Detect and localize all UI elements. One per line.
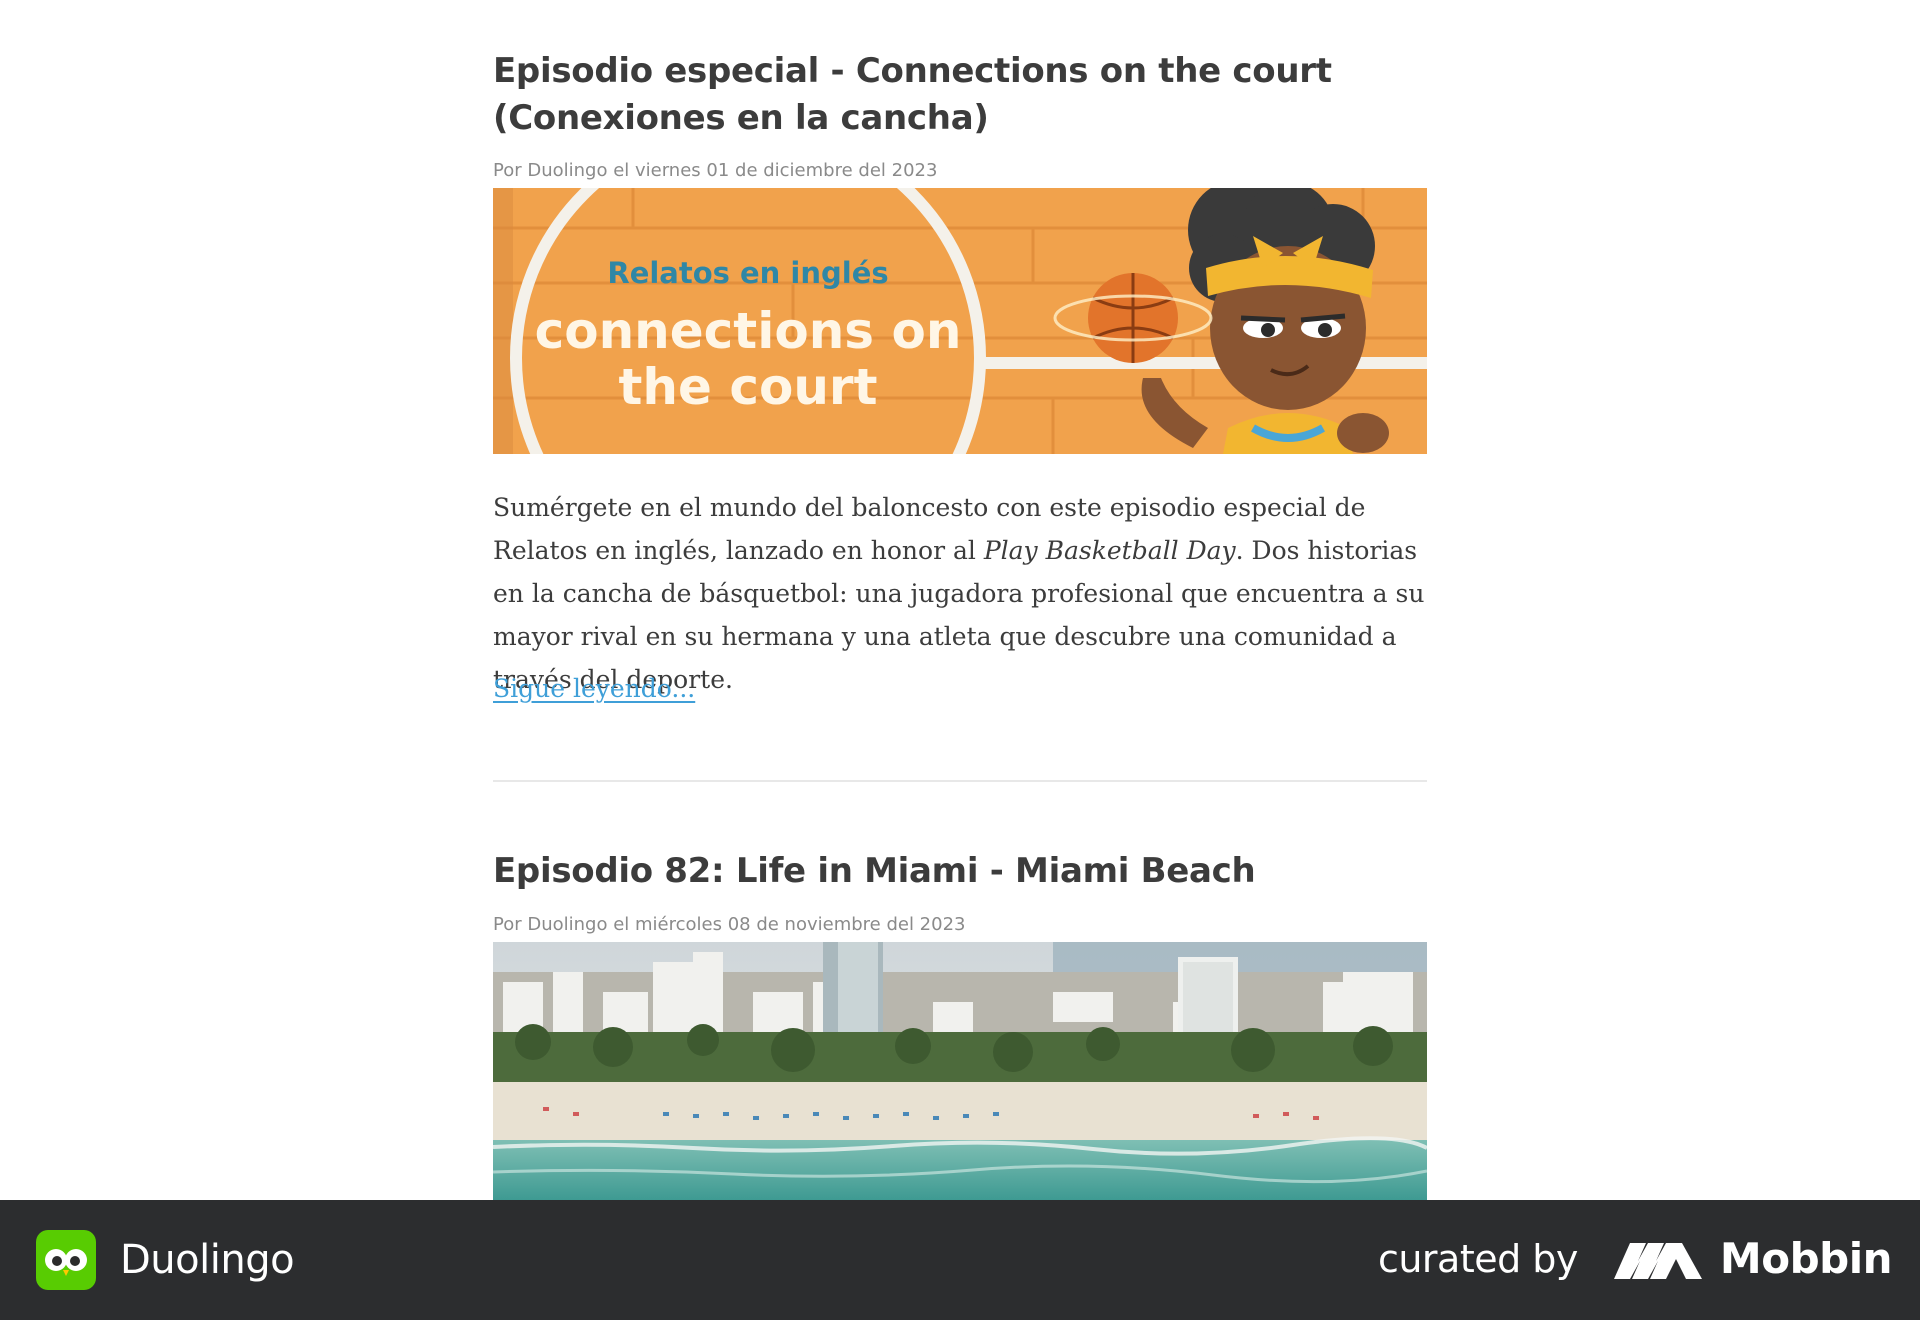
duolingo-owl-icon xyxy=(36,1230,96,1290)
post-1-title-line2: (Conexiones en la cancha) xyxy=(493,98,989,138)
footer-curator-name: Mobbin xyxy=(1719,1234,1893,1283)
post-divider xyxy=(493,780,1427,782)
post-1-image-label-line2: the court xyxy=(619,358,878,416)
footer-app-name: Duolingo xyxy=(120,1237,295,1283)
post-1-excerpt: Sumérgete en el mundo del baloncesto con… xyxy=(493,486,1427,701)
footer-curator: curated by Mobbin xyxy=(1377,1234,1893,1283)
post-1-image-label-line1: connections on xyxy=(535,302,962,360)
footer-curated-by-label: curated by xyxy=(1377,1236,1578,1281)
post-1-excerpt-emphasis: Play Basketball Day xyxy=(983,536,1236,565)
post-1-title[interactable]: Episodio especial - Connections on the c… xyxy=(493,48,1427,142)
post-1-title-line1: Episodio especial - Connections on the c… xyxy=(493,51,1332,91)
post-1-image-label-top: Relatos en inglés xyxy=(607,256,888,290)
post-1-image[interactable]: Relatos en inglés connections on the cou… xyxy=(493,188,1427,454)
post-1-meta: Por Duolingo el viernes 01 de diciembre … xyxy=(493,160,938,181)
mobbin-footer-bar: Duolingo curated by Mobbin xyxy=(0,1200,1920,1320)
footer-app-branding: Duolingo xyxy=(36,1230,295,1290)
post-2-image[interactable] xyxy=(493,942,1427,1200)
post-1-read-more-link[interactable]: Sigue leyendo... xyxy=(493,674,695,703)
post-2-title[interactable]: Episodio 82: Life in Miami - Miami Beach xyxy=(493,848,1427,895)
post-2-meta: Por Duolingo el miércoles 08 de noviembr… xyxy=(493,914,966,935)
mobbin-logo-icon xyxy=(1613,1242,1702,1279)
